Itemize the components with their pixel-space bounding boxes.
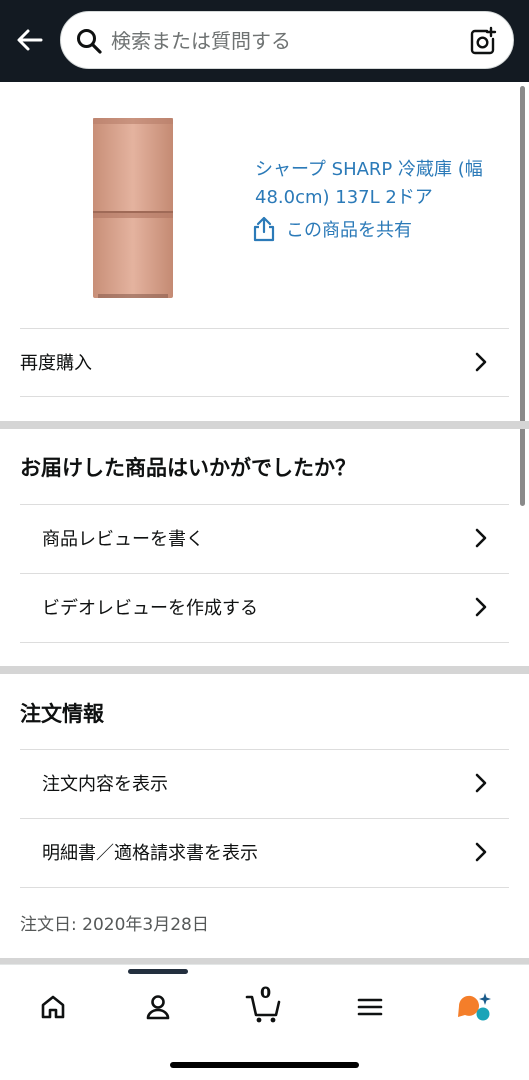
divider [20,887,509,888]
search-input[interactable] [111,24,451,58]
write-review-label: 商品レビューを書く [42,529,204,550]
camera-lens-icon[interactable] [467,26,497,56]
order-info-title: 注文情報 [20,702,104,726]
back-arrow-icon [17,29,43,51]
menu-icon [357,998,383,1016]
section-separator [0,421,529,429]
order-detail-page: シャープ SHARP 冷蔵庫 (幅48.0cm) 137L 2ドア この商品を共… [0,0,529,1080]
nav-cart[interactable]: 0 [243,983,287,1027]
create-video-review-label: ビデオレビューを作成する [42,598,258,619]
chevron-right-icon [475,528,487,548]
product-image[interactable] [92,116,174,300]
buy-again-row[interactable]: 再度購入 [20,328,509,396]
divider [20,642,509,643]
rufus-icon [458,993,491,1021]
product-title-link[interactable]: シャープ SHARP 冷蔵庫 (幅48.0cm) 137L 2ドア [255,156,505,212]
view-order-row[interactable]: 注文内容を表示 [20,749,509,817]
create-video-review-row[interactable]: ビデオレビューを作成する [20,573,509,641]
account-icon [146,995,170,1020]
buy-again-label: 再度購入 [20,353,92,374]
search-bar[interactable] [60,11,514,69]
share-product-link[interactable]: この商品を共有 [252,214,412,244]
chevron-right-icon [475,352,487,372]
nav-menu[interactable] [350,987,390,1027]
write-review-row[interactable]: 商品レビューを書く [20,504,509,572]
scrollbar[interactable] [520,86,525,506]
order-date: 注文日: 2020年3月28日 [20,915,209,935]
view-invoice-label: 明細書／適格請求書を表示 [42,843,258,864]
share-label: この商品を共有 [286,220,412,241]
home-indicator-bar[interactable] [170,1062,359,1068]
chevron-right-icon [475,773,487,793]
view-invoice-row[interactable]: 明細書／適格請求書を表示 [20,818,509,886]
share-icon [253,216,275,242]
chevron-right-icon [475,842,487,862]
chevron-right-icon [475,597,487,617]
nav-account[interactable] [138,987,178,1027]
review-section-title: お届けした商品はいかがでしたか？ [20,456,356,480]
active-tab-indicator [128,969,188,974]
nav-home[interactable] [33,987,73,1027]
nav-rufus[interactable] [454,987,494,1027]
home-icon [41,995,65,1019]
search-icon [77,29,102,54]
top-header [0,0,529,82]
back-button[interactable] [12,22,48,58]
view-order-label: 注文内容を表示 [42,774,168,795]
section-separator [0,666,529,674]
cart-count: 0 [260,983,272,1002]
divider [20,396,509,397]
